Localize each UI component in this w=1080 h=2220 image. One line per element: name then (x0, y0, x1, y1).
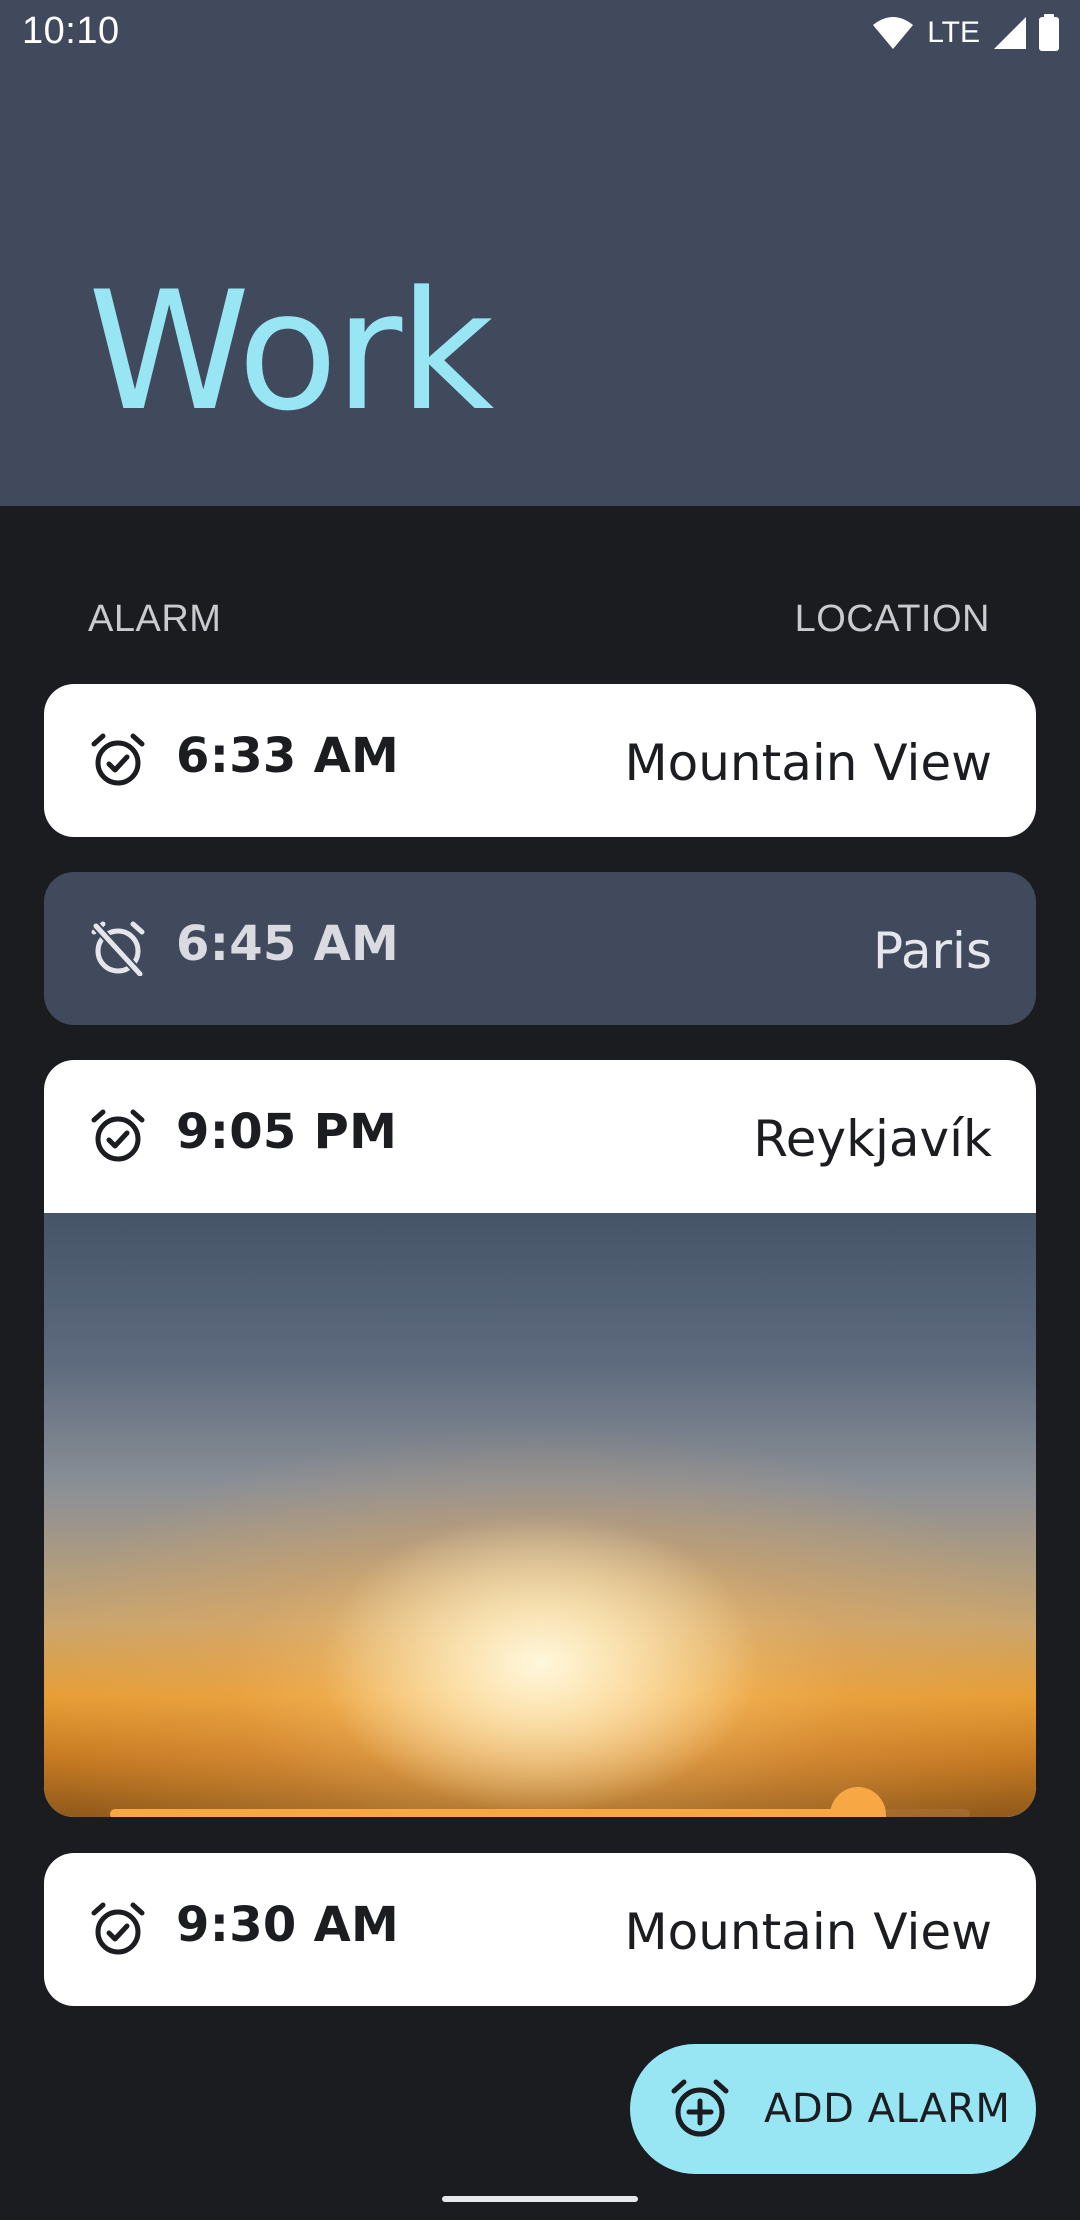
column-header-location: LOCATION (794, 598, 990, 640)
alarm-location: Mountain View (624, 1903, 992, 1961)
alarm-location: Paris (872, 922, 992, 980)
page-title: Work (88, 256, 494, 447)
alarm-location: Mountain View (624, 734, 992, 792)
alarm-on-icon[interactable] (90, 1108, 146, 1164)
alarm-on-icon[interactable] (90, 1901, 146, 1957)
alarm-time: 9:30 AM (176, 1897, 400, 1953)
alarm-time: 9:05 PM (176, 1104, 398, 1160)
add-alarm-button[interactable]: ADD ALARM (630, 2044, 1036, 2174)
alarm-time: 6:33 AM (176, 728, 400, 784)
alarm-add-icon (671, 2079, 729, 2137)
status-time: 10:10 (22, 10, 120, 52)
alarm-off-icon[interactable] (90, 920, 146, 976)
alarm-card[interactable]: 9:30 AM Mountain View (44, 1853, 1036, 2006)
home-indicator[interactable] (442, 2196, 638, 2202)
header: 10:10 LTE Work (0, 0, 1080, 506)
alarm-card[interactable]: 6:45 AM Paris (44, 872, 1036, 1025)
battery-icon (1039, 14, 1059, 51)
slider-thumb[interactable] (830, 1787, 887, 1817)
column-header-alarm: ALARM (88, 598, 222, 640)
slider-fill (110, 1809, 859, 1817)
app-screen: 10:10 LTE Work ALARM LOCATION 6:33 AM Mo… (0, 0, 1080, 2220)
add-alarm-label: ADD ALARM (764, 2086, 1011, 2132)
network-type: LTE (927, 16, 980, 49)
alarm-card-expanded[interactable]: 9:05 PM Reykjavík (44, 1060, 1036, 1817)
alarm-card-header[interactable]: 9:05 PM Reykjavík (44, 1060, 1036, 1213)
alarm-on-icon[interactable] (90, 732, 146, 788)
wifi-icon (873, 17, 914, 49)
status-icons: LTE (871, 14, 1060, 52)
alarm-time: 6:45 AM (176, 916, 400, 972)
alarm-location: Reykjavík (753, 1110, 992, 1168)
sunset-image (44, 1213, 1036, 1817)
signal-icon (994, 17, 1026, 49)
alarm-card[interactable]: 6:33 AM Mountain View (44, 684, 1036, 837)
